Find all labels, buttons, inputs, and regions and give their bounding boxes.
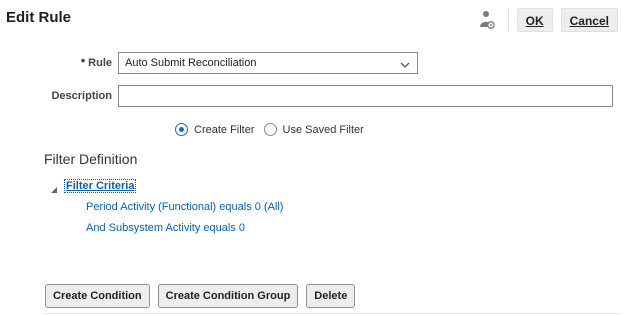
ok-button[interactable]: OK (516, 8, 553, 32)
rule-label: Rule (88, 57, 112, 69)
rule-label-group: * Rule (60, 57, 112, 69)
required-marker: * (80, 57, 86, 69)
filter-actions-toolbar: Create Condition Create Condition Group … (45, 284, 356, 308)
person-settings-icon[interactable] (478, 9, 496, 31)
chevron-down-icon (399, 58, 411, 70)
filter-criteria-node[interactable]: Filter Criteria (64, 179, 137, 193)
divider (44, 313, 619, 314)
rule-select-value: Auto Submit Reconciliation (125, 57, 257, 69)
radio-use-saved-filter-label: Use Saved Filter (282, 123, 364, 136)
edit-rule-page: Edit Rule OK Cancel * Rule Auto Submit Re… (0, 0, 624, 316)
rule-select[interactable]: Auto Submit Reconciliation (118, 52, 418, 74)
tree-expanded-icon[interactable] (50, 181, 58, 193)
condition-item[interactable]: Period Activity (Functional) equals 0 (A… (86, 201, 283, 213)
page-title: Edit Rule (6, 9, 72, 26)
cancel-button[interactable]: Cancel (560, 8, 618, 32)
radio-create-filter-label: Create Filter (194, 123, 255, 136)
header-actions: OK Cancel (478, 8, 618, 32)
radio-selected-icon[interactable] (175, 123, 188, 136)
radio-unselected-icon[interactable] (263, 123, 277, 136)
create-condition-button[interactable]: Create Condition (45, 284, 150, 308)
create-condition-group-button[interactable]: Create Condition Group (157, 284, 299, 308)
description-label: Description (51, 90, 112, 102)
filter-mode-radio-group: Create Filter Use Saved Filter (175, 123, 373, 136)
header-separator (507, 9, 509, 31)
filter-definition-heading: Filter Definition (44, 151, 138, 167)
description-field[interactable] (118, 85, 613, 107)
delete-button[interactable]: Delete (306, 284, 356, 308)
radio-use-saved-filter[interactable]: Use Saved Filter (263, 123, 364, 136)
condition-item[interactable]: And Subsystem Activity equals 0 (86, 222, 245, 234)
radio-create-filter[interactable]: Create Filter (175, 123, 255, 136)
